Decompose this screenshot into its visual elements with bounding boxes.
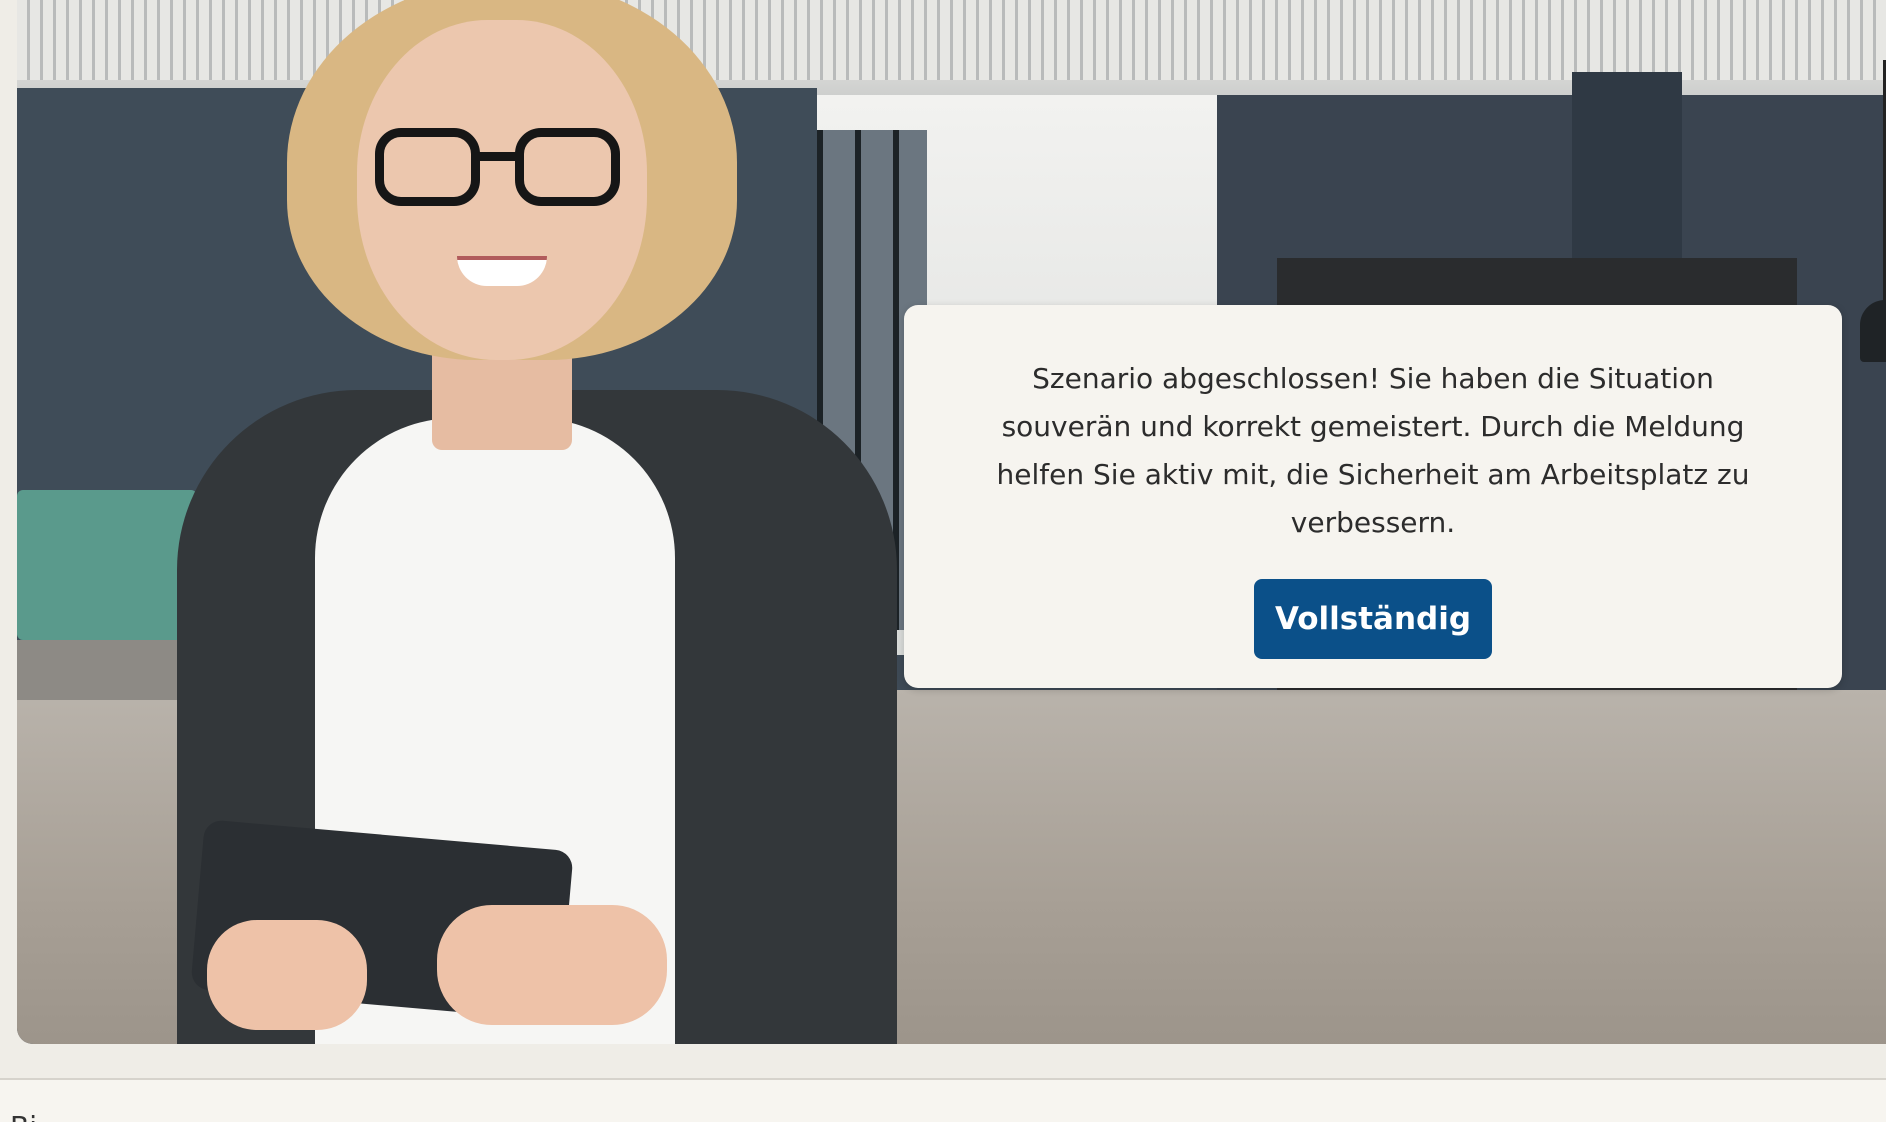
completion-message: Szenario abgeschlossen! Sie haben die Si…	[996, 362, 1750, 539]
app-root: Szenario abgeschlossen! Sie haben die Si…	[0, 0, 1886, 1122]
glasses-lens-left	[375, 128, 480, 206]
glasses-bridge	[475, 152, 520, 161]
complete-button[interactable]: Vollständig	[1254, 579, 1492, 659]
character-glasses	[375, 128, 625, 210]
glasses-lens-right	[515, 128, 620, 206]
bottom-panel: Bi	[0, 1080, 1886, 1122]
pendant-lamp	[1860, 300, 1886, 362]
character-hand-left	[207, 920, 367, 1030]
bottom-panel-label: Bi	[10, 1110, 37, 1122]
character-avatar	[167, 0, 907, 1044]
scenario-stage: Szenario abgeschlossen! Sie haben die Si…	[17, 0, 1886, 1044]
completion-dialog: Szenario abgeschlossen! Sie haben die Si…	[904, 305, 1842, 688]
character-hand-right	[437, 905, 667, 1025]
